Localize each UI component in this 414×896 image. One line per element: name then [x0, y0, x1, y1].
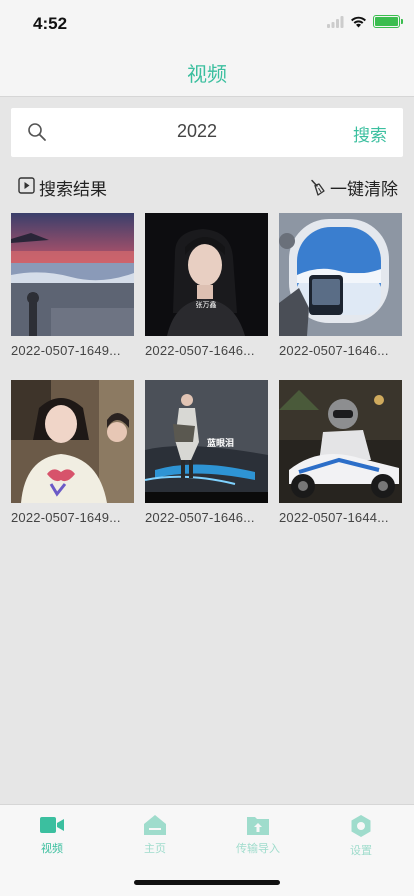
results-header: 搜索结果 一键清除 [18, 174, 398, 200]
video-camera-icon [40, 817, 64, 833]
home-indicator [134, 880, 280, 885]
tab-home[interactable]: 主页 [125, 815, 185, 856]
battery-icon [373, 15, 403, 28]
video-item[interactable]: 2022-0507-1649... [11, 380, 134, 525]
video-item[interactable]: 蓝眼泪 2022-0507-1646... [145, 380, 268, 525]
video-item[interactable]: 张万鑫 2022-0507-1646... [145, 213, 268, 358]
signal-icon [327, 15, 344, 28]
page-title: 视频 [187, 64, 227, 86]
search-input[interactable]: 2022 [71, 121, 323, 142]
video-thumbnail[interactable]: 蓝眼泪 [145, 380, 268, 503]
broom-icon [311, 179, 325, 196]
home-icon [144, 815, 166, 835]
tab-video[interactable]: 视频 [22, 815, 82, 856]
video-thumbnail[interactable] [279, 380, 402, 503]
search-icon [28, 123, 46, 141]
video-title: 2022-0507-1649... [11, 343, 121, 358]
video-title: 2022-0507-1646... [279, 343, 389, 358]
upload-folder-icon [247, 817, 269, 835]
status-icons [327, 15, 403, 28]
clear-all-label: 一键清除 [330, 180, 398, 199]
video-thumbnail[interactable] [11, 380, 134, 503]
video-thumbnail[interactable] [11, 213, 134, 336]
video-title: 2022-0507-1646... [145, 510, 255, 525]
video-results-icon [18, 177, 35, 194]
search-button[interactable]: 搜索 [353, 121, 387, 146]
tab-settings[interactable]: 设置 [331, 815, 391, 858]
video-title: 2022-0507-1644... [279, 510, 389, 525]
search-bar[interactable]: 2022 搜索 [11, 108, 403, 157]
tab-settings-label: 设置 [350, 845, 372, 857]
status-bar: 4:52 [0, 0, 414, 50]
results-label: 搜索结果 [39, 180, 107, 199]
clear-all-button[interactable]: 一键清除 [309, 175, 398, 200]
video-item[interactable]: 2022-0507-1649... [11, 213, 134, 358]
video-caption: 张万鑫 [196, 300, 217, 309]
status-time: 4:52 [33, 14, 68, 33]
tab-home-label: 主页 [144, 843, 166, 855]
tab-video-label: 视频 [41, 843, 63, 855]
tab-transfer[interactable]: 传输导入 [228, 815, 288, 856]
video-title: 2022-0507-1649... [11, 510, 121, 525]
video-item[interactable]: 2022-0507-1644... [279, 380, 402, 525]
video-caption: 蓝眼泪 [207, 437, 234, 449]
video-title: 2022-0507-1646... [145, 343, 255, 358]
tab-transfer-label: 传输导入 [236, 843, 280, 855]
nav-bar: 视频 [0, 50, 414, 97]
video-thumbnail[interactable] [279, 213, 402, 336]
settings-icon [351, 815, 371, 837]
video-thumbnail[interactable]: 张万鑫 [145, 213, 268, 336]
video-item[interactable]: 2022-0507-1646... [279, 213, 402, 358]
wifi-icon [351, 16, 366, 27]
